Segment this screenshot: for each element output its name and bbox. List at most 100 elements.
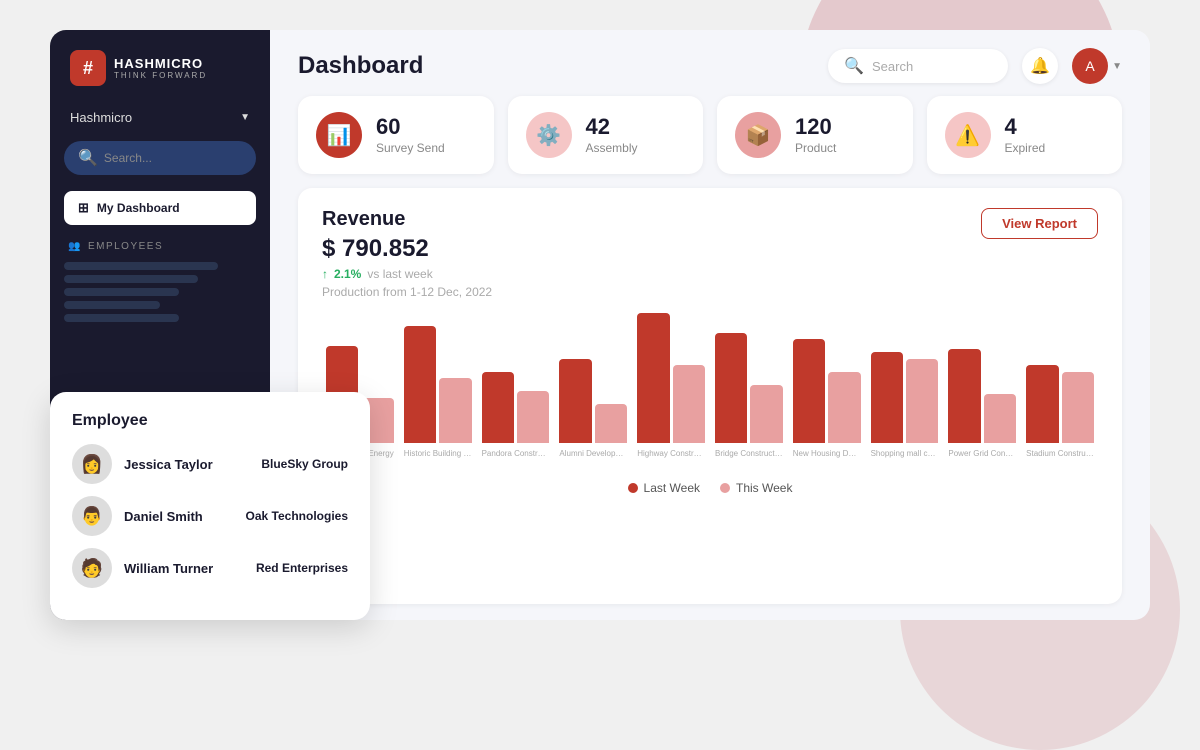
- notification-icon: 🔔: [1030, 56, 1050, 76]
- logo-text: HASHMICRO THINK FORWARD: [114, 56, 207, 80]
- employee-name-2: William Turner: [124, 561, 224, 576]
- bar-label-9: Stadium Construction: [1026, 449, 1094, 459]
- change-pct: 2.1%: [334, 267, 361, 281]
- employee-company-2: Red Enterprises: [256, 561, 348, 575]
- sidebar-menu-bar-3[interactable]: [64, 288, 179, 296]
- bar-label-7: Shopping mall constructions: [871, 449, 939, 459]
- bar-label-5: Bridge Construction: [715, 449, 783, 459]
- topbar: Dashboard 🔍 🔔 A ▼: [270, 30, 1150, 96]
- employee-panel: Employee 👩 Jessica Taylor BlueSky Group …: [50, 392, 370, 620]
- stat-number-2: 120: [795, 116, 836, 138]
- topbar-right: 🔍 🔔 A ▼: [828, 48, 1122, 84]
- bar-last-week-7: [871, 352, 903, 443]
- stat-label-0: Survey Send: [376, 141, 445, 155]
- bar-last-week-3: [559, 359, 591, 444]
- stat-label-2: Product: [795, 141, 836, 155]
- chart-legend: Last Week This Week: [322, 481, 1098, 495]
- employees-icon: 👥: [68, 241, 82, 252]
- stat-icon-1: ⚙️: [526, 112, 572, 158]
- revenue-card: Revenue $ 790.852 ↑ 2.1% vs last week Pr…: [298, 188, 1122, 604]
- nav-item-dashboard[interactable]: ⊞ My Dashboard: [64, 191, 256, 225]
- brand-name: Hashmicro: [70, 110, 132, 125]
- stat-icon-2: 📦: [735, 112, 781, 158]
- bar-last-week-1: [404, 326, 436, 443]
- notification-button[interactable]: 🔔: [1022, 48, 1058, 84]
- revenue-change: ↑ 2.1% vs last week: [322, 267, 492, 281]
- logo-sub: THINK FORWARD: [114, 71, 207, 80]
- stat-card-2: 📦 120 Product: [717, 96, 913, 174]
- sidebar-search-input[interactable]: [104, 151, 242, 165]
- legend-dot-last: [628, 483, 638, 493]
- employee-row-1: 👨 Daniel Smith Oak Technologies: [72, 496, 348, 536]
- search-icon: 🔍: [78, 148, 98, 168]
- sidebar-menu-bar-5[interactable]: [64, 314, 179, 322]
- stat-icon-3: ⚠️: [945, 112, 991, 158]
- topbar-search-icon: 🔍: [844, 56, 864, 76]
- sidebar-search[interactable]: 🔍: [64, 141, 256, 175]
- sidebar-menu-bar-2[interactable]: [64, 275, 198, 283]
- stat-icon-0: 📊: [316, 112, 362, 158]
- stat-number-1: 42: [586, 116, 638, 138]
- avatar-chevron-icon: ▼: [1112, 61, 1122, 72]
- avatar-dropdown[interactable]: A ▼: [1072, 48, 1122, 84]
- page-title: Dashboard: [298, 52, 423, 80]
- bar-label-2: Pandora Constructions: [482, 449, 550, 459]
- bar-this-week-9: [1062, 372, 1094, 444]
- bar-last-week-6: [793, 339, 825, 443]
- employee-company-1: Oak Technologies: [246, 509, 348, 523]
- sidebar-logo: # HASHMICRO THINK FORWARD: [50, 30, 270, 102]
- sidebar-menu-bar-1[interactable]: [64, 262, 218, 270]
- sidebar-section-employees: 👥 EMPLOYEES: [64, 231, 256, 258]
- bar-last-week-5: [715, 333, 747, 444]
- stat-info-0: 60 Survey Send: [376, 116, 445, 155]
- legend-last-week-label: Last Week: [644, 481, 700, 495]
- revenue-amount: $ 790.852: [322, 235, 492, 263]
- change-text: vs last week: [367, 267, 432, 281]
- employee-panel-title: Employee: [72, 412, 348, 430]
- employee-list: 👩 Jessica Taylor BlueSky Group 👨 Daniel …: [72, 444, 348, 588]
- main-content: Dashboard 🔍 🔔 A ▼ 📊: [270, 30, 1150, 620]
- sidebar-menu-bar-4[interactable]: [64, 301, 160, 309]
- bar-group-6: [793, 339, 861, 443]
- bar-group-3: [559, 359, 627, 444]
- bar-last-week-8: [948, 349, 980, 443]
- chevron-down-icon[interactable]: ▼: [240, 112, 250, 123]
- stat-card-0: 📊 60 Survey Send: [298, 96, 494, 174]
- topbar-search-bar[interactable]: 🔍: [828, 49, 1008, 83]
- chart-area: Renewable EnergyHistoric Building Refurb…: [322, 313, 1098, 473]
- bar-last-week-4: [637, 313, 669, 443]
- bar-group-8: [948, 349, 1016, 443]
- stat-info-3: 4 Expired: [1005, 116, 1046, 155]
- bar-last-week-9: [1026, 365, 1058, 443]
- avatar-text: A: [1085, 58, 1094, 74]
- up-arrow-icon: ↑: [322, 267, 328, 281]
- employee-row-0: 👩 Jessica Taylor BlueSky Group: [72, 444, 348, 484]
- bar-group-7: [871, 352, 939, 443]
- logo-title: HASHMICRO: [114, 56, 207, 71]
- bar-last-week-2: [482, 372, 514, 444]
- bar-group-1: [404, 326, 472, 443]
- section-label: EMPLOYEES: [88, 241, 163, 252]
- bar-this-week-4: [673, 365, 705, 443]
- employee-name-0: Jessica Taylor: [124, 457, 224, 472]
- bar-label-6: New Housing Development: [793, 449, 861, 459]
- employee-avatar-1: 👨: [72, 496, 112, 536]
- employee-company-0: BlueSky Group: [261, 457, 348, 471]
- avatar-button[interactable]: A: [1072, 48, 1108, 84]
- topbar-search-input[interactable]: [872, 59, 992, 74]
- stat-cards: 📊 60 Survey Send ⚙️ 42 Assembly 📦 120 Pr…: [270, 96, 1150, 188]
- sidebar-brand: Hashmicro ▼: [50, 102, 270, 133]
- legend-dot-this: [720, 483, 730, 493]
- stat-info-1: 42 Assembly: [586, 116, 638, 155]
- employee-avatar-2: 🧑: [72, 548, 112, 588]
- view-report-button[interactable]: View Report: [981, 208, 1098, 239]
- employee-row-2: 🧑 William Turner Red Enterprises: [72, 548, 348, 588]
- logo-icon: #: [70, 50, 106, 86]
- bar-this-week-5: [750, 385, 782, 444]
- bar-group-9: [1026, 365, 1094, 443]
- bars-container: [322, 313, 1098, 443]
- stat-label-1: Assembly: [586, 141, 638, 155]
- bar-label-1: Historic Building Refurbication: [404, 449, 472, 459]
- bar-labels: Renewable EnergyHistoric Building Refurb…: [322, 445, 1098, 459]
- stat-card-1: ⚙️ 42 Assembly: [508, 96, 704, 174]
